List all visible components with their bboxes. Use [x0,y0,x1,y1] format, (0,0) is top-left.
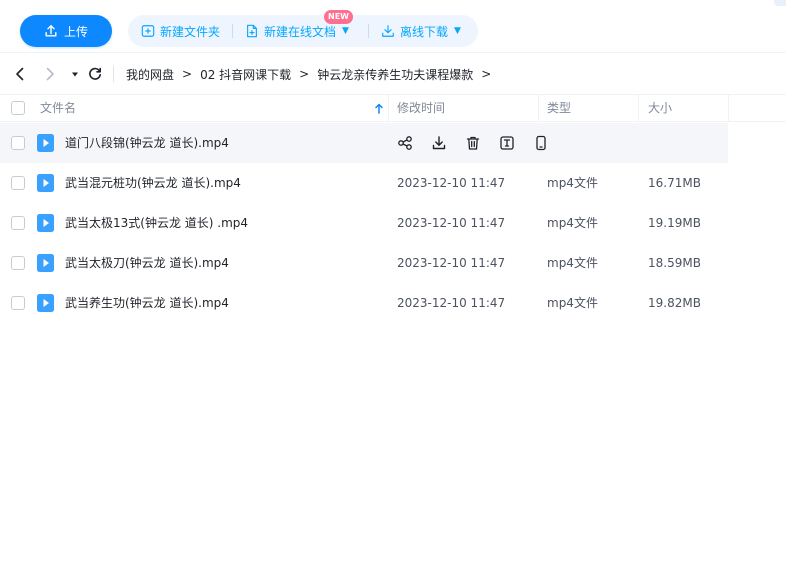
chevron-down-icon: ▼ [342,26,349,36]
delete-icon [466,136,480,150]
breadcrumb: 我的网盘 > 02 抖音网课下载 > 钟云龙亲传养生功夫课程爆款 > [126,65,499,83]
back-button[interactable] [11,65,29,83]
row-checkbox[interactable] [11,136,25,150]
new-doc-icon [247,24,257,38]
share-icon [398,136,412,150]
refresh-icon [89,67,101,80]
column-divider [728,95,729,122]
file-type: mp4文件 [547,296,598,310]
text-extract-button[interactable] [499,135,515,151]
row-checkbox[interactable] [11,216,25,230]
column-divider [638,95,639,122]
breadcrumb-item[interactable]: 我的网盘 [126,66,174,83]
file-size: 16.71MB [648,176,701,190]
column-header-type[interactable]: 类型 [547,95,571,122]
upload-icon [45,25,57,37]
caret-down-icon [72,72,78,77]
offline-download-icon [382,25,394,37]
column-divider [538,95,539,122]
sort-ascending-icon[interactable] [374,103,384,114]
offline-download-button[interactable]: 离线下载 ▼ [381,23,461,40]
file-name[interactable]: 武当养生功(钟云龙 道长).mp4 [65,283,229,323]
new-folder-label: 新建文件夹 [160,24,221,39]
file-type: mp4文件 [547,256,598,270]
video-file-icon [37,294,54,312]
file-name[interactable]: 武当太极刀(钟云龙 道长).mp4 [65,243,229,283]
table-header: 文件名 修改时间 类型 大小 [0,94,786,122]
file-modified-time: 2023-12-10 11:47 [397,256,506,270]
refresh-button[interactable] [86,65,104,83]
video-file-icon [37,134,54,152]
file-name[interactable]: 武当太极13式(钟云龙 道长) .mp4 [65,203,248,243]
new-online-doc-label: 新建在线文档 [264,24,337,39]
navigation-bar: 我的网盘 > 02 抖音网课下载 > 钟云龙亲传养生功夫课程爆款 > [0,52,786,94]
chevron-down-icon: ▼ [454,26,461,36]
column-header-name[interactable]: 文件名 [40,95,76,122]
video-file-icon [37,254,54,272]
send-to-phone-button[interactable] [533,135,549,151]
table-row[interactable]: 武当养生功(钟云龙 道长).mp4 2023-12-10 11:47 mp4文件… [0,283,728,323]
row-actions [397,135,567,151]
column-divider [388,95,389,122]
file-modified-time: 2023-12-10 11:47 [397,296,506,310]
new-folder-button[interactable]: 新建文件夹 [141,23,220,40]
offline-download-label: 离线下载 [400,24,449,39]
table-row[interactable]: 武当太极13式(钟云龙 道长) .mp4 2023-12-10 11:47 mp… [0,203,728,243]
toolbar-divider [232,24,233,38]
file-size: 19.19MB [648,216,701,230]
chevron-left-icon [16,67,24,81]
table-row[interactable]: 武当太极刀(钟云龙 道长).mp4 2023-12-10 11:47 mp4文件… [0,243,728,283]
delete-button[interactable] [465,135,481,151]
file-size: 18.59MB [648,256,701,270]
toolbar: 上传 新建文件夹 新建在线文档 ▼ 离线下载 ▼ NEW [0,0,786,60]
toolbar-action-group: 新建文件夹 新建在线文档 ▼ 离线下载 ▼ [128,15,478,47]
breadcrumb-separator-icon: > [299,67,310,81]
nav-divider [113,66,114,82]
file-type: mp4文件 [547,176,598,190]
row-checkbox[interactable] [11,256,25,270]
file-name[interactable]: 道门八段锦(钟云龙 道长).mp4 [65,123,229,163]
phone-icon [536,135,546,151]
file-size: 19.82MB [648,296,701,310]
new-badge: NEW [324,10,353,24]
upload-label: 上传 [63,24,88,39]
table-row[interactable]: 道门八段锦(钟云龙 道长).mp4 [0,123,728,163]
file-modified-time: 2023-12-10 11:47 [397,216,506,230]
select-all-checkbox[interactable] [11,101,25,115]
upload-button[interactable]: 上传 [20,15,112,47]
corner-decoration [774,0,786,6]
new-folder-icon [141,25,155,37]
download-icon [432,136,446,150]
breadcrumb-item[interactable]: 02 抖音网课下载 [200,66,291,83]
row-checkbox[interactable] [11,296,25,310]
breadcrumb-current[interactable]: 钟云龙亲传养生功夫课程爆款 [317,66,473,83]
chevron-right-icon [46,67,54,81]
row-checkbox[interactable] [11,176,25,190]
toolbar-divider [368,24,369,38]
breadcrumb-separator-icon: > [182,67,193,81]
column-header-modified[interactable]: 修改时间 [397,95,445,122]
file-name[interactable]: 武当混元桩功(钟云龙 道长).mp4 [65,163,241,203]
share-button[interactable] [397,135,413,151]
text-extract-icon [500,136,514,150]
breadcrumb-separator-icon: > [481,67,492,81]
video-file-icon [37,214,54,232]
column-header-size[interactable]: 大小 [648,95,672,122]
table-row[interactable]: 武当混元桩功(钟云龙 道长).mp4 2023-12-10 11:47 mp4文… [0,163,728,203]
file-modified-time: 2023-12-10 11:47 [397,176,506,190]
forward-button[interactable] [41,65,59,83]
file-type: mp4文件 [547,216,598,230]
video-file-icon [37,174,54,192]
history-dropdown-button[interactable] [66,65,84,83]
new-online-doc-button[interactable]: 新建在线文档 ▼ [245,23,349,40]
download-button[interactable] [431,135,447,151]
